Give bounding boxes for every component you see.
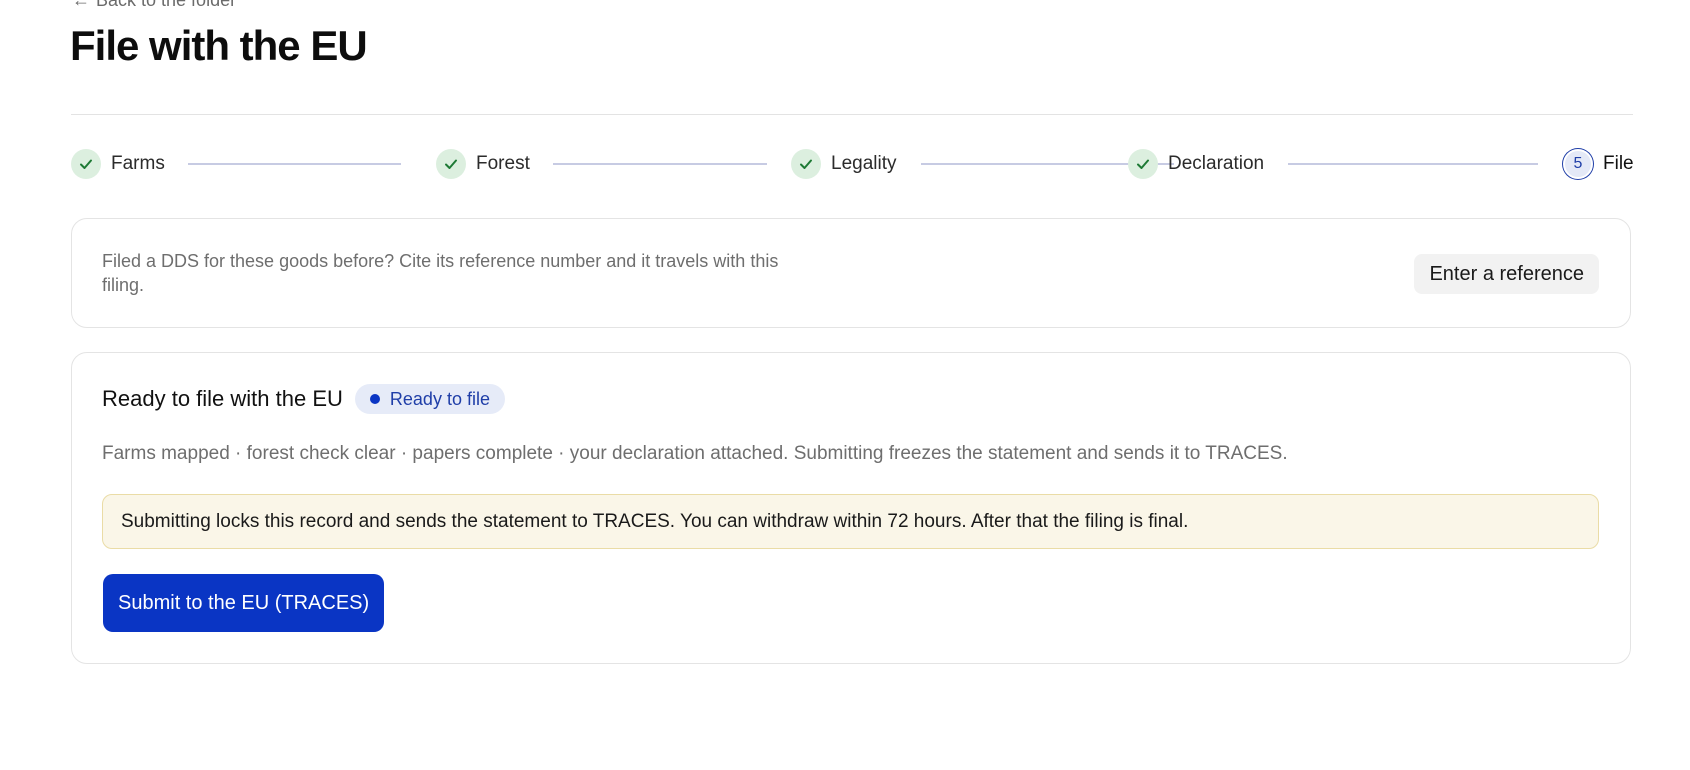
step-label: Declaration	[1168, 153, 1265, 174]
filing-title: Ready to file with the EU	[102, 386, 343, 411]
check-icon	[436, 149, 466, 179]
step-connector	[1288, 163, 1538, 165]
step-label: File	[1603, 153, 1634, 174]
step-forest[interactable]: Forest	[436, 148, 530, 180]
filing-card: Ready to file with the EU Ready to file …	[71, 352, 1631, 664]
filing-header: Ready to file with the EU Ready to file	[102, 384, 505, 414]
status-badge: Ready to file	[354, 384, 505, 414]
check-icon	[1128, 149, 1158, 179]
step-connector	[553, 163, 767, 165]
check-icon	[71, 149, 101, 179]
reference-card: Filed a DDS for these goods before? Cite…	[71, 218, 1631, 328]
step-declaration[interactable]: Declaration	[1128, 148, 1264, 180]
submit-button[interactable]: Submit to the EU (TRACES)	[103, 574, 385, 632]
stepper: Farms Forest Legality Declaration 5 File	[71, 148, 1634, 180]
back-link[interactable]: ← Back to the folder	[72, 0, 236, 11]
step-connector	[188, 163, 401, 165]
back-link-label: Back to the folder	[96, 0, 237, 10]
filing-description: Farms mapped · forest check clear · pape…	[102, 443, 1288, 464]
reference-hint: Filed a DDS for these goods before? Cite…	[102, 251, 779, 295]
step-file[interactable]: 5 File	[1563, 148, 1634, 180]
arrow-left-icon: ←	[72, 0, 90, 10]
step-farms[interactable]: Farms	[71, 148, 165, 180]
step-label: Forest	[476, 153, 530, 174]
page-title: File with the EU	[70, 22, 368, 69]
step-number: 5	[1573, 155, 1583, 172]
warning-notice: Submitting locks this record and sends t…	[102, 494, 1599, 549]
dot-icon	[369, 394, 380, 404]
check-icon	[791, 149, 821, 179]
header-divider	[71, 114, 1633, 115]
step-legality[interactable]: Legality	[791, 148, 897, 180]
step-label: Legality	[831, 153, 897, 174]
status-badge-label: Ready to file	[389, 388, 490, 409]
step-number-badge: 5	[1563, 149, 1593, 179]
enter-reference-button[interactable]: Enter a reference	[1414, 254, 1599, 294]
step-label: Farms	[111, 153, 165, 174]
